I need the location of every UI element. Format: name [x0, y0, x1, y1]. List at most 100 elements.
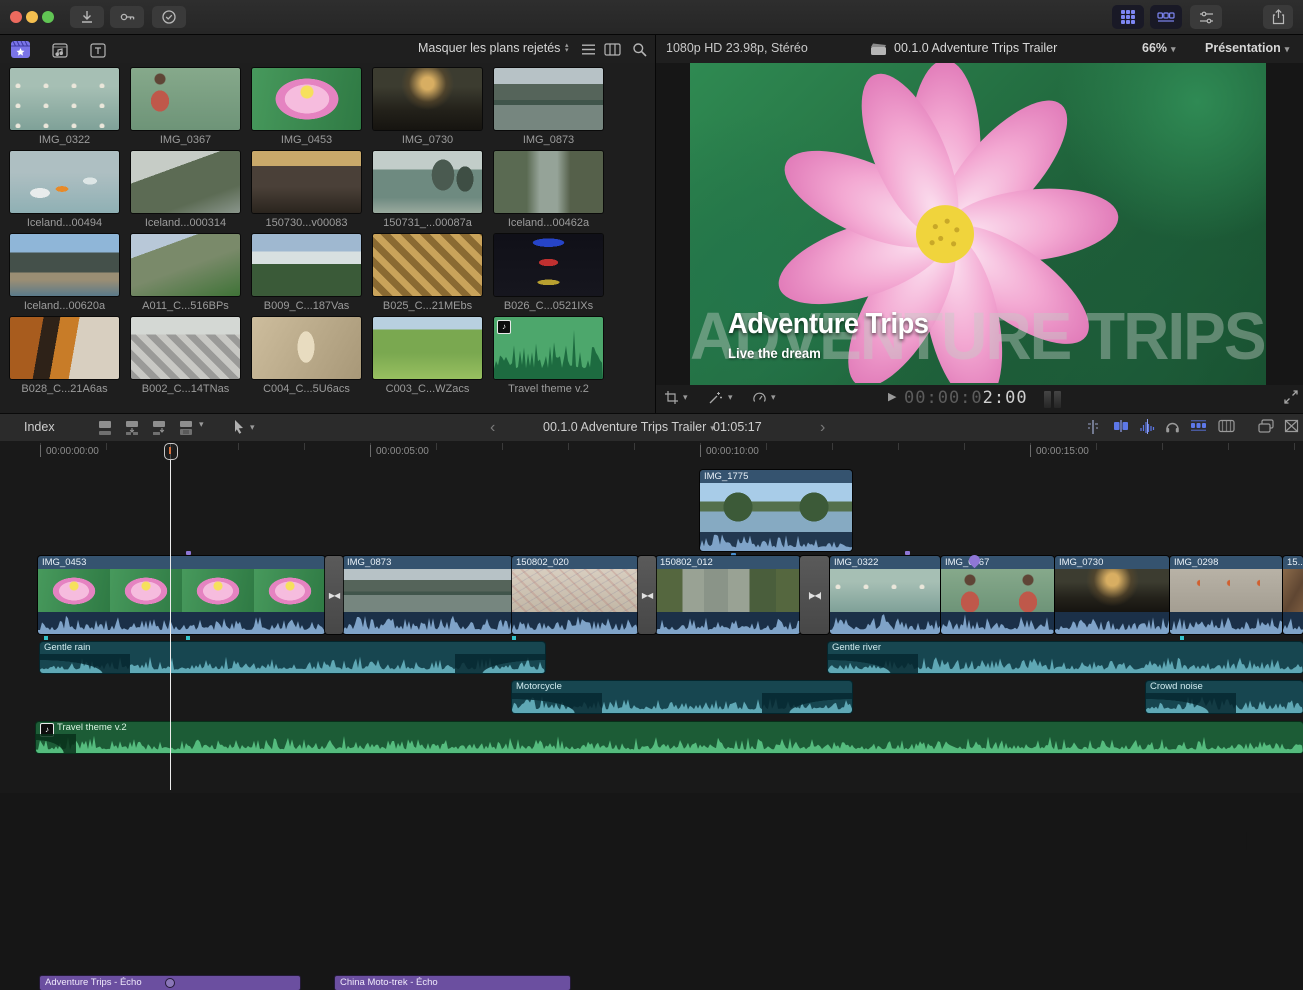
ruler-label: 00:00:10:00	[706, 446, 759, 457]
close-window-icon[interactable]	[10, 11, 22, 23]
browser-clip[interactable]: Iceland...000314	[131, 151, 240, 229]
show-inspector-button[interactable]	[1190, 5, 1222, 29]
audio-components-icon[interactable]	[1190, 419, 1207, 432]
audio-waveform	[700, 532, 852, 551]
share-button[interactable]	[1263, 5, 1293, 29]
snapping-icon[interactable]	[1113, 419, 1129, 433]
audio-skimming-icon[interactable]	[1139, 419, 1156, 434]
title-clip[interactable]: China Moto-trek - Écho	[335, 976, 570, 990]
browser-clip[interactable]: Iceland...00494	[10, 151, 119, 229]
browser-clip[interactable]: B009_C...187Vas	[252, 234, 361, 312]
sidebar-titles-icon[interactable]	[85, 39, 109, 59]
browser-clip[interactable]: Iceland...00620a	[10, 234, 119, 312]
zoom-window-icon[interactable]	[42, 11, 54, 23]
chevron-down-icon[interactable]: ▾	[199, 419, 204, 430]
browser-clip[interactable]: IMG_0730	[373, 68, 482, 146]
clip-appearance-icon[interactable]	[1218, 419, 1235, 433]
video-clip[interactable]: 150802_012	[656, 556, 800, 634]
video-clip[interactable]: IMG_0873	[343, 556, 512, 634]
audio-clip[interactable]: Gentle river	[828, 642, 1303, 673]
audio-waveform	[941, 612, 1054, 634]
play-button[interactable]: ▶	[888, 390, 896, 403]
filmstrip-view-icon[interactable]	[602, 39, 622, 59]
browser-clip[interactable]: IMG_0367	[131, 68, 240, 146]
browser-clip[interactable]: B002_C...14TNas	[131, 317, 240, 395]
browser-clip[interactable]: C004_C...5U6acs	[252, 317, 361, 395]
video-clip[interactable]: 15...	[1283, 556, 1303, 634]
chevron-down-icon: ▾	[1285, 44, 1290, 54]
sidebar-media-icon[interactable]	[8, 39, 32, 59]
browser-clip[interactable]: IMG_0322	[10, 68, 119, 146]
browser-clip[interactable]: B026_C...0521IXs	[494, 234, 603, 312]
insert-edit-button[interactable]	[123, 419, 141, 436]
sidebar-photos-audio-icon[interactable]	[47, 39, 71, 59]
secondary-displays-icon[interactable]	[1258, 419, 1274, 433]
show-timeline-button[interactable]	[1150, 5, 1182, 29]
clip-filter-dropdown[interactable]: Masquer les plans rejetés	[418, 41, 560, 55]
search-icon[interactable]	[629, 39, 649, 59]
browser-clip[interactable]: 150730...v00083	[252, 151, 361, 229]
browser-clip[interactable]: 150731_...00087a	[373, 151, 482, 229]
transition-clip[interactable]: ▶◀	[638, 556, 656, 634]
crop-tools-button[interactable]: ▾	[664, 390, 688, 405]
audio-waveform	[512, 612, 638, 634]
audio-meter[interactable]	[1054, 391, 1061, 408]
video-clip[interactable]: IMG_0367	[941, 556, 1054, 634]
viewer-zoom-dropdown[interactable]: 66%▾	[1142, 41, 1176, 55]
viewer-video-canvas[interactable]: ADVENTURE TRIPS Adventure Trips Live the…	[690, 63, 1266, 385]
browser-clip[interactable]: B025_C...21MEbs	[373, 234, 482, 312]
browser-clip[interactable]: B028_C...21A6as	[10, 317, 119, 395]
audio-clip[interactable]: Motorcycle	[512, 681, 852, 713]
video-clip[interactable]: IMG_0322	[830, 556, 940, 634]
skimming-icon[interactable]	[1085, 419, 1101, 435]
title-main-text: Adventure Trips	[728, 308, 928, 341]
browser-clip[interactable]: IMG_0873	[494, 68, 603, 146]
viewer-expand-icon[interactable]	[1284, 390, 1298, 404]
import-media-button[interactable]	[70, 6, 104, 28]
timeline-pane[interactable]: 00:00:00:00 00:00:05:00 00:00:10:00 00:0…	[0, 441, 1303, 793]
video-clip[interactable]: IMG_0730	[1055, 556, 1169, 634]
playhead-handle[interactable]	[164, 443, 178, 460]
tool-select-button[interactable]: ▾	[232, 419, 255, 435]
append-edit-button[interactable]	[150, 419, 168, 436]
overwrite-edit-button[interactable]	[177, 419, 195, 436]
browser-clip[interactable]: IMG_0453	[252, 68, 361, 146]
music-badge-icon: ♪	[497, 320, 511, 334]
video-clip[interactable]: IMG_0298	[1170, 556, 1282, 634]
project-title: 00.1.0 Adventure Trips Trailer	[894, 41, 1057, 55]
retime-button[interactable]: ▾	[752, 390, 776, 405]
connected-clip[interactable]: IMG_1775	[700, 470, 852, 551]
background-tasks-button[interactable]	[152, 6, 186, 28]
playhead-line[interactable]	[170, 443, 171, 790]
minimize-window-icon[interactable]	[26, 11, 38, 23]
audio-waveform	[828, 654, 1303, 673]
list-view-icon[interactable]	[578, 39, 598, 59]
timeline-project-dropdown[interactable]: 00.1.0 Adventure Trips Trailer▾	[543, 420, 715, 434]
browser-clip[interactable]: Iceland...00462a	[494, 151, 603, 229]
previous-project-icon[interactable]: ‹	[490, 419, 495, 437]
show-browser-button[interactable]	[1112, 5, 1144, 29]
timeline-ruler[interactable]: 00:00:00:00 00:00:05:00 00:00:10:00 00:0…	[0, 443, 1303, 463]
audio-meter[interactable]	[1044, 391, 1051, 408]
enhance-wand-button[interactable]: ▾	[708, 390, 733, 405]
audio-clip[interactable]: Gentle rain	[40, 642, 545, 673]
video-clip[interactable]: IMG_0453	[38, 556, 325, 634]
index-button[interactable]: Index	[24, 420, 55, 434]
transition-clip[interactable]: |▶◀|	[800, 556, 829, 634]
title-anchor-point[interactable]	[165, 978, 175, 988]
video-clip[interactable]: 150802_020	[512, 556, 638, 634]
browser-clip[interactable]: ♪ Travel theme v.2	[494, 317, 603, 395]
viewer-view-dropdown[interactable]: Présentation▾	[1205, 41, 1289, 55]
audio-waveform	[830, 612, 940, 634]
browser-clip[interactable]: C003_C...WZacs	[373, 317, 482, 395]
next-project-icon[interactable]: ›	[820, 419, 825, 437]
music-clip[interactable]: ♪Travel theme v.2	[36, 722, 1303, 753]
browser-clip[interactable]: A011_C...516BPs	[131, 234, 240, 312]
connect-edit-button[interactable]	[96, 419, 114, 436]
close-timeline-icon[interactable]	[1284, 419, 1299, 433]
solo-headphones-icon[interactable]	[1165, 419, 1180, 433]
keywords-button[interactable]	[110, 6, 144, 28]
chevron-down-icon: ▾	[683, 392, 688, 403]
audio-clip[interactable]: Crowd noise	[1146, 681, 1303, 713]
transition-clip[interactable]: ▶◀	[325, 556, 343, 634]
